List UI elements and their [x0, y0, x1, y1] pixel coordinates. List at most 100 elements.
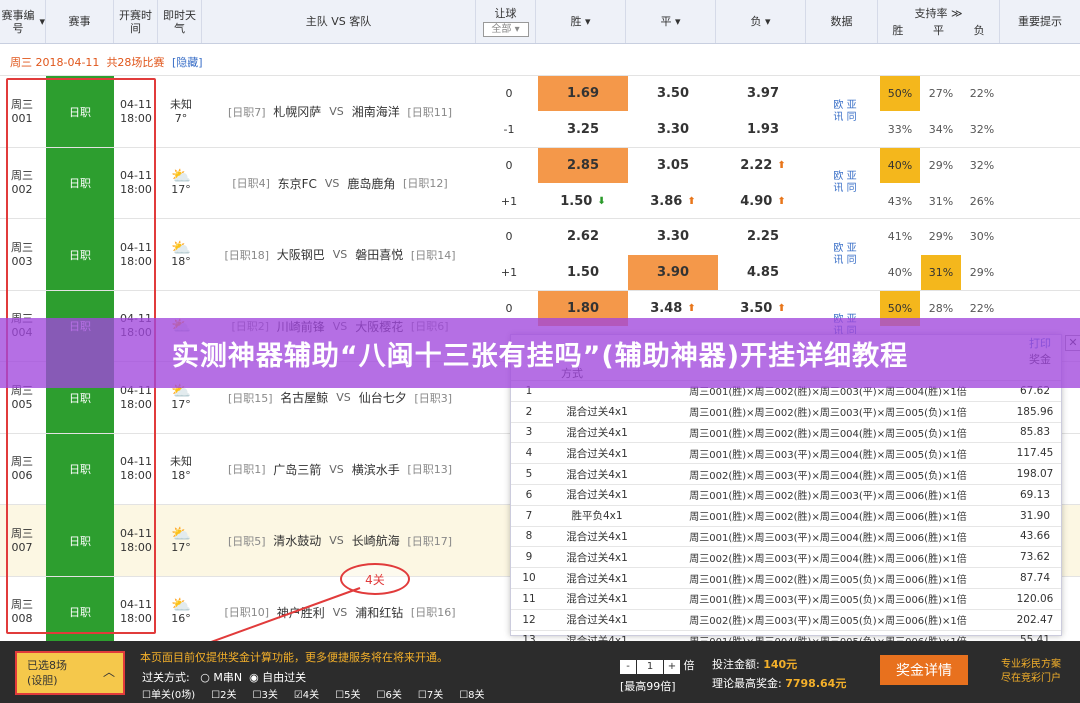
- arrow-down-icon: ⬇: [597, 195, 606, 207]
- pass-checkbox[interactable]: ☐6关: [377, 690, 410, 701]
- teams: [日职4] 东京FC VS 鹿岛鹿角 [日职12]: [232, 175, 448, 192]
- weather: 未知 18°: [170, 455, 192, 482]
- home-team[interactable]: 东京FC: [278, 175, 317, 192]
- col-teams-header: 主队 VS 客队: [202, 0, 476, 43]
- support-pct: 31%: [928, 194, 954, 208]
- odds-cell[interactable]: 3.50: [628, 76, 718, 111]
- teams: [日职1] 广岛三箭 VS 横滨水手 [日职13]: [227, 461, 452, 478]
- away-team[interactable]: 长崎航海: [352, 532, 400, 549]
- multiplier: -1 + 倍 [最高99倍]: [620, 659, 695, 693]
- prize-detail-button[interactable]: 奖金详情: [880, 655, 968, 685]
- handicap-1: +1: [500, 266, 518, 279]
- pass-checkbox[interactable]: ☑4关: [294, 690, 327, 701]
- weather: 未知 7°: [170, 97, 192, 125]
- support-pct: 26%: [969, 194, 995, 208]
- weather: ⛅ 17°: [171, 166, 191, 197]
- mult-minus-button[interactable]: -: [620, 660, 636, 674]
- mult-input[interactable]: 1: [637, 660, 663, 674]
- pass-checkbox[interactable]: ☐单关(0场): [142, 690, 203, 701]
- support-pct: 34%: [928, 123, 954, 136]
- odds-cell[interactable]: 2.22 ⬆: [718, 148, 808, 183]
- support-pct: 33%: [887, 123, 913, 136]
- pass-checkbox[interactable]: ☐7关: [418, 690, 451, 701]
- pass-checkbox[interactable]: ☐3关: [252, 690, 285, 701]
- odds-cell[interactable]: 1.69: [538, 76, 628, 111]
- teams: [日职5] 清水鼓动 VS 长崎航海 [日职17]: [227, 532, 452, 549]
- analysis-link[interactable]: 欧 亚讯 同: [810, 219, 880, 290]
- support-pct: 40%: [887, 266, 913, 279]
- analysis-link[interactable]: 欧 亚讯 同: [810, 76, 880, 147]
- odds-cell[interactable]: 3.30: [628, 219, 718, 254]
- away-team[interactable]: 仙台七夕: [359, 389, 407, 406]
- bet-row: 2 混合过关4x1 周三001(胜)×周三002(胜)×周三003(平)×周三005…: [511, 402, 1061, 423]
- col-tips-header: 重要提示: [1018, 15, 1062, 28]
- col-weather-header: 即时天气: [158, 0, 202, 43]
- support-pct: 27%: [928, 87, 954, 100]
- away-team[interactable]: 横滨水手: [352, 461, 400, 478]
- odds-cell[interactable]: 1.50 ⬇: [538, 184, 628, 219]
- support-pct: 50%: [880, 76, 920, 111]
- handicap-1: +1: [500, 194, 518, 208]
- table-header: 赛事编号 ▾ 赛事 开赛时间 即时天气 主队 VS 客队 让球 全部 ▾ 胜 ▾…: [0, 0, 1080, 44]
- odds-cell[interactable]: 3.05: [628, 148, 718, 183]
- home-team[interactable]: 广岛三箭: [273, 461, 321, 478]
- odds-cell[interactable]: 3.86 ⬆: [628, 184, 718, 219]
- match-row: 周三 001 日职 04-11 18:00 未知 7° [日职7] 札幌冈萨 VS 湘…: [0, 76, 1080, 148]
- pass-checkbox[interactable]: ☐2关: [211, 690, 244, 701]
- mode-free-radio[interactable]: ◉ 自由过关: [249, 671, 306, 684]
- cloud-sun-icon: ⛅: [171, 523, 191, 543]
- support-pct: 43%: [887, 194, 913, 208]
- odds-cell[interactable]: 4.90 ⬆: [718, 184, 808, 219]
- col-lose-header[interactable]: 负 ▾: [716, 0, 806, 43]
- support-title[interactable]: 支持率 ≫: [914, 7, 962, 20]
- odds-cell[interactable]: 3.25: [538, 112, 628, 147]
- handicap-1: -1: [503, 123, 515, 136]
- pass-checkbox[interactable]: ☐5关: [335, 690, 368, 701]
- selected-matches-button[interactable]: 已选8场 (设胆) ︿: [15, 651, 125, 695]
- home-team[interactable]: 札幌冈萨: [273, 103, 321, 120]
- match-row: 周三 003 日职 04-11 18:00 ⛅ 18° [日职18] 大阪钢巴 VS …: [0, 219, 1080, 291]
- analysis-link[interactable]: 欧 亚讯 同: [810, 148, 880, 219]
- home-team[interactable]: 大阪钢巴: [277, 246, 325, 263]
- odds-cell[interactable]: 1.50: [538, 255, 628, 290]
- mode-mn-radio[interactable]: ○ M串N: [200, 671, 242, 684]
- col-draw-header[interactable]: 平 ▾: [626, 0, 716, 43]
- hide-link[interactable]: [隐藏]: [172, 56, 203, 69]
- match-row: 周三 002 日职 04-11 18:00 ⛅ 17° [日职4] 东京FC VS 鹿…: [0, 147, 1080, 219]
- odds-cell[interactable]: 3.90: [628, 255, 718, 290]
- support-pct: 29%: [928, 158, 954, 172]
- odds-cell[interactable]: 2.85: [538, 147, 628, 183]
- col-code-header[interactable]: 赛事编号 ▾: [0, 0, 46, 43]
- bet-row: 3 混合过关4x1 周三001(胜)×周三002(胜)×周三004(胜)×周三005…: [511, 423, 1061, 444]
- bet-row: 6 混合过关4x1 周三001(胜)×周三002(胜)×周三003(平)×周三006…: [511, 485, 1061, 506]
- away-team[interactable]: 磐田喜悦: [355, 246, 403, 263]
- home-team[interactable]: 清水鼓动: [273, 532, 321, 549]
- odds-cell[interactable]: 2.62: [538, 219, 628, 254]
- odds-cell[interactable]: 2.25: [718, 219, 808, 254]
- odds-cell[interactable]: 4.85: [718, 255, 808, 290]
- col-data-header: 数据: [806, 0, 878, 43]
- odds-cell[interactable]: 1.93: [718, 112, 808, 147]
- pass-checkbox[interactable]: ☐8关: [459, 690, 492, 701]
- away-team[interactable]: 湘南海洋: [352, 103, 400, 120]
- overlay-banner: 实测神器辅助“八闽十三张有挂吗”(辅助神器)开挂详细教程: [0, 318, 1080, 388]
- home-team[interactable]: 名古屋鲸: [280, 389, 328, 406]
- col-league-header: 赛事: [46, 0, 114, 43]
- date-bar: 周三 2018-04-11 共28场比赛 [隐藏]: [0, 44, 1080, 76]
- arrow-up-icon: ⬆: [777, 159, 786, 171]
- support-pct: 29%: [969, 266, 995, 279]
- handicap-select[interactable]: 全部 ▾: [482, 21, 529, 37]
- bet-row: 4 混合过关4x1 周三001(胜)×周三003(平)×周三004(胜)×周三005…: [511, 443, 1061, 465]
- odds-cell[interactable]: 3.97: [718, 76, 808, 111]
- bet-row: 8 混合过关4x1 周三001(胜)×周三003(平)×周三004(胜)×周三006…: [511, 527, 1061, 548]
- odds-cell[interactable]: 3.30: [628, 112, 718, 147]
- col-win-header[interactable]: 胜 ▾: [536, 0, 626, 43]
- mult-plus-button[interactable]: +: [664, 660, 680, 674]
- bet-row: 12 混合过关4x1 周三002(胜)×周三003(平)×周三005(负)×周三00…: [511, 610, 1061, 631]
- away-team[interactable]: 鹿岛鹿角: [347, 175, 395, 192]
- bet-summary: 投注金额: 140元 理论最高奖金: 7798.64元: [712, 658, 847, 690]
- arrow-up-icon: ⬆: [687, 302, 696, 314]
- support-pct: 32%: [969, 158, 995, 172]
- footer-bar: 已选8场 (设胆) ︿ 本页面目前仅提供奖金计算功能，更多便捷服务将在将来开通。…: [0, 641, 1080, 703]
- mode-selector: 过关方式: ○ M串N ◉ 自由过关: [142, 671, 307, 684]
